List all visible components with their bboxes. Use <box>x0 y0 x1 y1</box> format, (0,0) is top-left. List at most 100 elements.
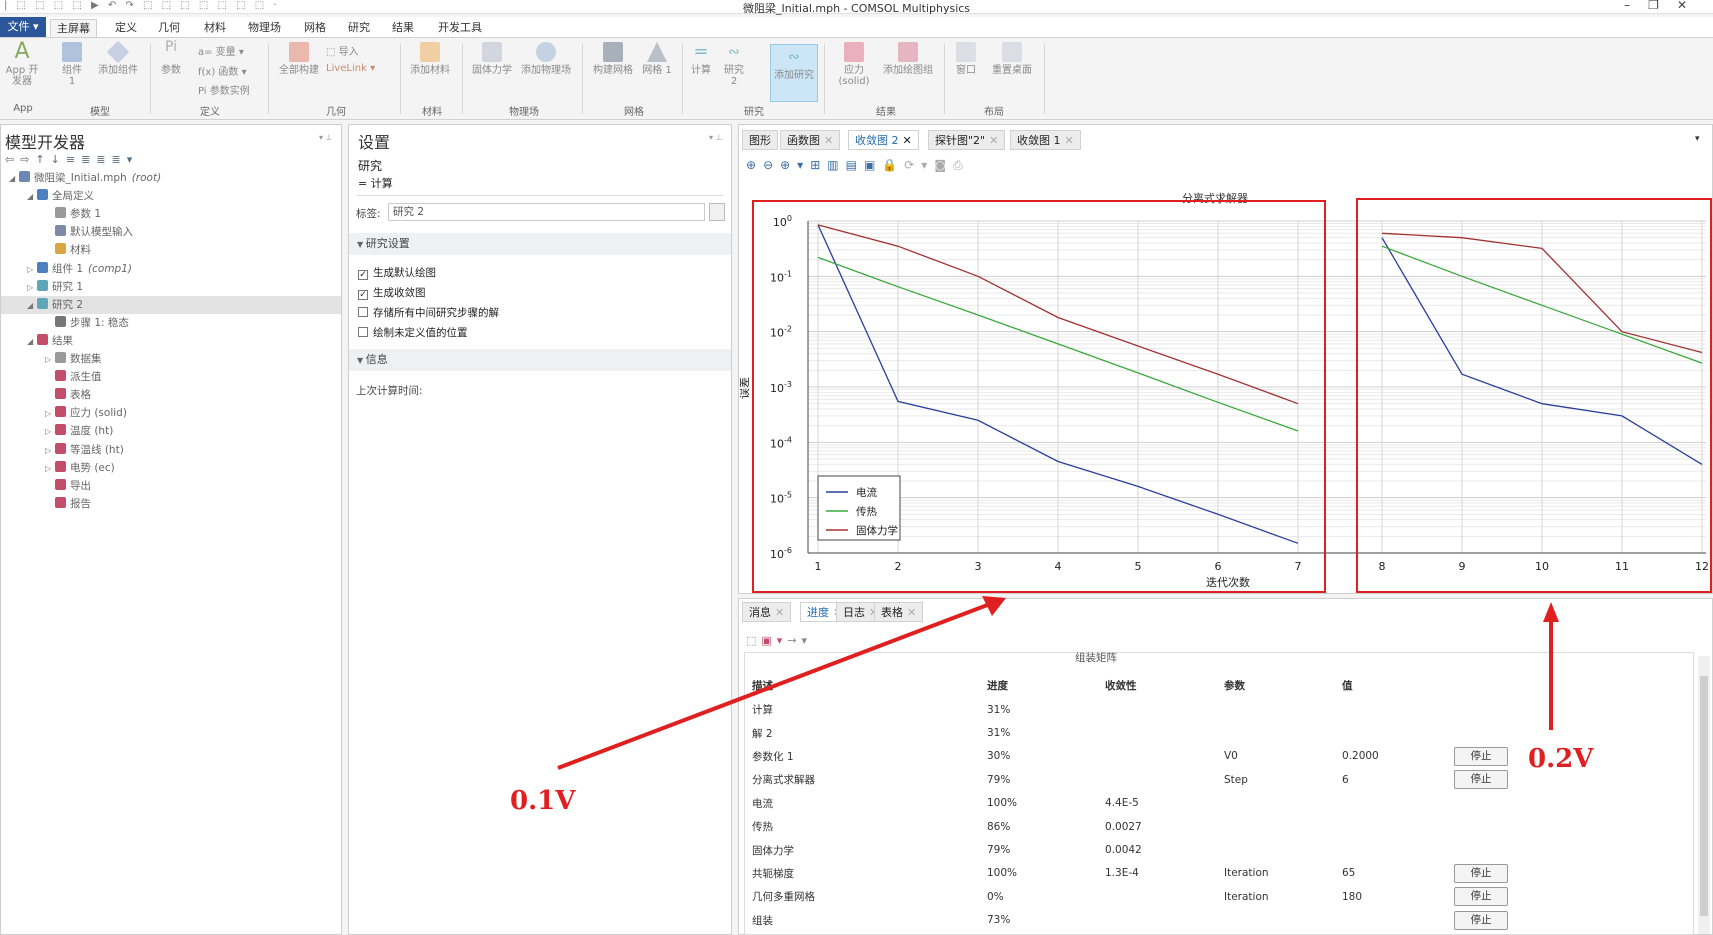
expand-icon[interactable]: ▷ <box>27 261 37 279</box>
checkbox-convergence-plots[interactable]: ✓ 生成收敛图 <box>358 285 426 300</box>
parameter-case-button[interactable]: Pi 参数实例 <box>198 82 250 97</box>
expand-icon[interactable]: ▷ <box>27 279 37 297</box>
tab-materials[interactable]: 材料 <box>198 19 232 37</box>
tab-table[interactable]: 表格 ✕ <box>874 602 924 622</box>
stop-button[interactable]: 停止 <box>1454 770 1508 790</box>
import-button[interactable]: ⬚ 导入 <box>326 43 359 58</box>
tab-graphics[interactable]: 图形 <box>742 130 778 150</box>
expand-icon[interactable]: ◢ <box>27 333 37 351</box>
panel-menu-icon[interactable]: ▾ ⊥ <box>319 133 333 142</box>
add-plot-group-button[interactable]: 添加绘图组 <box>880 42 936 76</box>
functions-button[interactable]: f(x) 函数 ▾ <box>198 63 247 78</box>
mesh-button[interactable]: 网格 1 <box>642 42 672 76</box>
stop-button[interactable]: 停止 <box>1454 863 1508 883</box>
tab-geometry[interactable]: 几何 <box>152 19 186 37</box>
tree-item[interactable]: 参数 1 <box>1 205 341 223</box>
tree-item[interactable]: ▷ 研究 1 <box>1 278 341 296</box>
scrollbar-thumb[interactable] <box>1700 676 1708 916</box>
parameters-button[interactable]: Pi 参数 <box>158 40 184 76</box>
reset-desktop-button[interactable]: 重置桌面 <box>988 42 1036 76</box>
model-builder-toolbar[interactable]: ⇦⇨↑↓≡≣≣≣▾ <box>5 153 138 166</box>
close-icon[interactable]: ✕ <box>903 134 912 147</box>
checkbox-store-intermediate[interactable]: 存储所有中间研究步骤的解 <box>358 305 499 320</box>
checkbox-default-plots[interactable]: ✓ 生成默认绘图 <box>358 265 436 280</box>
zoom-extents-icon[interactable]: ⊞ <box>810 158 827 172</box>
expand-icon[interactable]: ◢ <box>27 297 37 315</box>
tree-item[interactable]: ▷ 数据集 <box>1 350 341 368</box>
tab-home[interactable]: 主屏幕 <box>50 19 97 38</box>
tab-physics[interactable]: 物理场 <box>242 19 287 37</box>
tree-item[interactable]: 派生值 <box>1 368 341 386</box>
arrow-icon[interactable]: →▾ <box>787 634 812 647</box>
progress-scrollbar[interactable] <box>1698 656 1710 934</box>
expand-icon[interactable]: ▷ <box>45 442 55 460</box>
tab-messages[interactable]: 消息 ✕ <box>742 602 792 622</box>
solid-mechanics-button[interactable]: 固体力学 <box>470 42 514 76</box>
legend-icon[interactable]: ▣ <box>864 158 882 172</box>
tab-convergence-plot-1[interactable]: 收敛图 1 ✕ <box>1010 130 1081 150</box>
label-field[interactable]: 研究 2 <box>388 203 705 221</box>
windows-button[interactable]: 窗口 <box>952 42 980 76</box>
tree-item[interactable]: 导出 <box>1 477 341 495</box>
expand-icon[interactable]: ◢ <box>27 188 37 206</box>
close-icon[interactable]: ✕ <box>989 134 998 147</box>
tree-item[interactable]: ▷ 等温线 (ht) <box>1 441 341 459</box>
expand-icon[interactable]: ◢ <box>9 170 19 188</box>
add-material-button[interactable]: 添加材料 <box>408 42 452 76</box>
tree-item[interactable]: 材料 <box>1 241 341 259</box>
table-view-icon[interactable]: ▤ <box>846 158 864 172</box>
study-settings-section[interactable]: ▼ 研究设置 <box>349 233 731 255</box>
file-menu[interactable]: 文件 ▾ <box>0 17 46 37</box>
tree-item[interactable]: ▷ 电势 (ec) <box>1 459 341 477</box>
expand-icon[interactable]: ▷ <box>45 351 55 369</box>
refresh-icon[interactable]: ⟳▾ <box>904 158 934 172</box>
tab-probe-plot[interactable]: 探针图"2" ✕ <box>928 130 1006 150</box>
add-physics-button[interactable]: 添加物理场 <box>518 42 574 76</box>
build-mesh-button[interactable]: 构建网格 <box>590 42 636 76</box>
zoom-box-icon[interactable]: ⊕▾ <box>780 158 810 172</box>
checkbox-plot-undefined[interactable]: 绘制未定义值的位置 <box>358 325 468 340</box>
compute-link[interactable]: = 计算 <box>358 175 393 191</box>
tree-item[interactable]: 报告 <box>1 495 341 513</box>
app-builder-button[interactable]: A App 开发器 <box>4 41 40 88</box>
study-2-button[interactable]: ∾ 研究 2 <box>720 42 748 87</box>
zoom-in-icon[interactable]: ⊕ <box>746 158 763 172</box>
close-icon[interactable]: ✕ <box>1677 0 1705 12</box>
close-icon[interactable]: ✕ <box>907 606 916 619</box>
restore-icon[interactable]: ❐ <box>1648 0 1677 12</box>
expand-icon[interactable]: ▷ <box>45 460 55 478</box>
build-all-button[interactable]: 全部构建 <box>276 42 322 76</box>
tree-item[interactable]: ◢ 结果 <box>1 332 341 350</box>
tree-item[interactable]: 步骤 1: 稳态 <box>1 314 341 332</box>
tab-definitions[interactable]: 定义 <box>109 19 143 37</box>
zoom-out-icon[interactable]: ⊖ <box>763 158 780 172</box>
tree-item[interactable]: ▷ 组件 1 (comp1) <box>1 260 341 278</box>
tab-function-plot[interactable]: 函数图 ✕ <box>780 130 841 150</box>
close-icon[interactable]: ✕ <box>824 134 833 147</box>
info-section[interactable]: ▼ 信息 <box>349 349 731 371</box>
tree-item[interactable]: ▷ 温度 (ht) <box>1 422 341 440</box>
tree-item[interactable]: ◢ 全局定义 <box>1 187 341 205</box>
graphics-toolbar[interactable]: ⊕⊖⊕▾⊞▥▤▣🔒⟳▾◙⎙ <box>746 158 970 173</box>
tree-item[interactable]: 默认模型输入 <box>1 223 341 241</box>
tab-developer[interactable]: 开发工具 <box>432 19 488 37</box>
print-icon[interactable]: ⎙ <box>953 158 970 172</box>
add-study-button[interactable]: ∾ 添加研究 <box>770 44 818 102</box>
expand-icon[interactable]: ▷ <box>45 423 55 441</box>
stop-button[interactable]: 停止 <box>1454 910 1508 930</box>
window-controls[interactable]: –❐✕ <box>1624 0 1705 12</box>
lock-icon[interactable]: 🔒 <box>882 158 904 172</box>
grid-icon[interactable]: ▥ <box>827 158 845 172</box>
expand-icon[interactable]: ▷ <box>45 405 55 423</box>
add-component-button[interactable]: 添加组件 <box>94 40 142 76</box>
copy-icon[interactable]: ⬚ <box>746 634 761 647</box>
compute-button[interactable]: = 计算 <box>688 42 714 77</box>
panel-menu-icon[interactable]: ▾ <box>1695 134 1700 144</box>
tree-item[interactable]: 表格 <box>1 386 341 404</box>
stop-button[interactable]: 停止 <box>1454 746 1508 766</box>
stop-button[interactable]: 停止 <box>1454 887 1508 907</box>
variables-button[interactable]: a= 变量 ▾ <box>198 43 244 58</box>
close-icon[interactable]: ✕ <box>1065 134 1074 147</box>
color-icon[interactable]: ▣▾ <box>761 634 787 647</box>
label-edit-icon[interactable] <box>709 203 725 221</box>
